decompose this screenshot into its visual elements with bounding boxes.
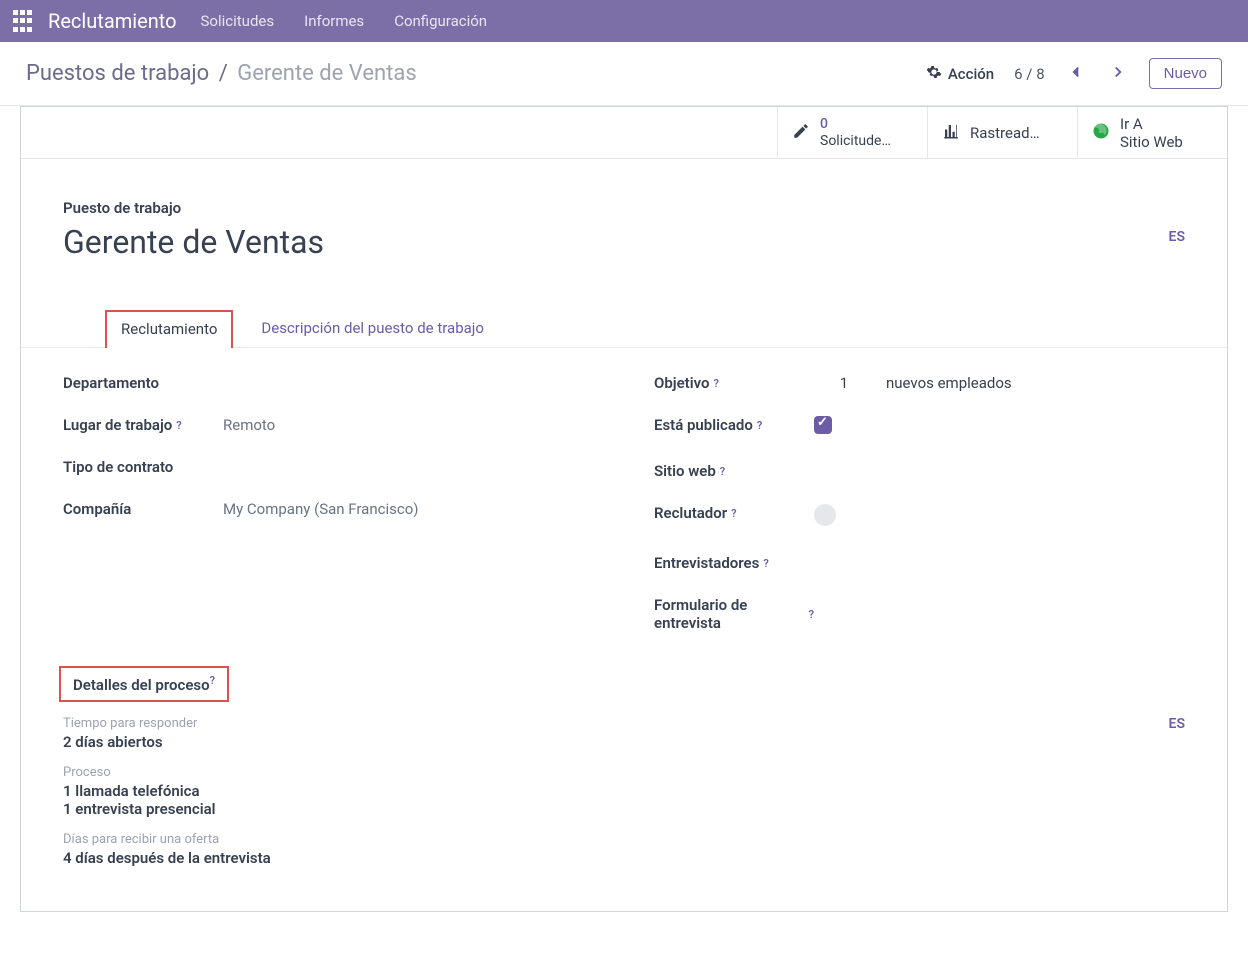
published-checkbox[interactable] xyxy=(814,416,832,434)
stat-website-line2: Sitio Web xyxy=(1120,133,1183,151)
stat-applications-count: 0 xyxy=(820,116,891,133)
language-badge-process[interactable]: ES xyxy=(1169,716,1185,881)
gear-icon xyxy=(926,64,942,84)
next-record-button[interactable] xyxy=(1107,63,1129,85)
offer-days-value[interactable]: 4 días después de la entrevista xyxy=(63,849,271,867)
breadcrumb-separator: / xyxy=(219,61,228,86)
help-icon[interactable]: ? xyxy=(757,419,762,432)
help-icon[interactable]: ? xyxy=(210,674,215,687)
stat-applications[interactable]: 0 Solicitude… xyxy=(777,107,927,158)
target-label: Objetivo? xyxy=(654,374,814,392)
stat-trackers[interactable]: Rastread… xyxy=(927,107,1077,158)
tab-bar: Reclutamiento Descripción del puesto de … xyxy=(21,309,1227,348)
process-label: Proceso xyxy=(63,765,271,780)
language-badge-title[interactable]: ES xyxy=(1169,229,1185,245)
respond-time-value[interactable]: 2 días abiertos xyxy=(63,733,271,751)
interviewers-label: Entrevistadores? xyxy=(654,554,814,572)
workplace-label: Lugar de trabajo? xyxy=(63,416,223,434)
nav-item-reports[interactable]: Informes xyxy=(304,12,364,30)
help-icon[interactable]: ? xyxy=(809,608,814,621)
interview-form-label: Formulario de entrevista? xyxy=(654,596,814,632)
recruiter-avatar[interactable] xyxy=(814,504,836,526)
breadcrumb-parent[interactable]: Puestos de trabajo xyxy=(26,61,209,86)
help-icon[interactable]: ? xyxy=(720,465,725,478)
job-position-label: Puesto de trabajo xyxy=(63,199,324,217)
published-label: Está publicado? xyxy=(654,416,814,434)
prev-record-button[interactable] xyxy=(1065,63,1087,85)
respond-time-label: Tiempo para responder xyxy=(63,716,271,731)
workplace-input[interactable]: Remoto xyxy=(223,416,594,434)
nav-item-configuration[interactable]: Configuración xyxy=(394,12,487,30)
breadcrumb: Puestos de trabajo / Gerente de Ventas xyxy=(26,61,417,86)
offer-days-label: Días para recibir una oferta xyxy=(63,832,271,847)
process-details-header: Detalles del proceso? xyxy=(59,666,229,702)
help-icon[interactable]: ? xyxy=(176,419,181,432)
nav-item-applications[interactable]: Solicitudes xyxy=(201,12,275,30)
process-line-1[interactable]: 1 llamada telefónica xyxy=(63,782,271,800)
company-label: Compañía xyxy=(63,500,223,518)
help-icon[interactable]: ? xyxy=(763,557,768,570)
chevron-left-icon xyxy=(1067,63,1085,81)
chevron-right-icon xyxy=(1109,63,1127,81)
apps-icon[interactable] xyxy=(10,9,34,33)
website-field-label: Sitio web? xyxy=(654,462,814,480)
recruiter-label: Reclutador? xyxy=(654,504,814,522)
new-button[interactable]: Nuevo xyxy=(1149,58,1222,89)
stat-buttons-row: 0 Solicitude… Rastread… Ir A Sitio Web xyxy=(21,107,1227,159)
tab-recruitment[interactable]: Reclutamiento xyxy=(105,310,233,348)
pager-text[interactable]: 6 / 8 xyxy=(1014,65,1045,83)
stat-website[interactable]: Ir A Sitio Web xyxy=(1077,107,1227,158)
globe-icon xyxy=(1092,122,1110,144)
department-label: Departamento xyxy=(63,374,223,392)
pencil-icon xyxy=(792,122,810,144)
bar-chart-icon xyxy=(942,122,960,144)
contract-type-label: Tipo de contrato xyxy=(63,458,223,476)
target-suffix: nuevos empleados xyxy=(886,374,1012,392)
process-line-2[interactable]: 1 entrevista presencial xyxy=(63,800,271,818)
stat-applications-label: Solicitude… xyxy=(820,133,891,150)
company-input[interactable]: My Company (San Francisco) xyxy=(223,500,594,518)
target-input[interactable]: 1 xyxy=(814,374,874,392)
action-label: Acción xyxy=(948,65,994,83)
top-navbar: Reclutamiento Solicitudes Informes Confi… xyxy=(0,0,1248,42)
stat-trackers-label: Rastread… xyxy=(970,124,1040,142)
action-dropdown[interactable]: Acción xyxy=(926,64,994,84)
tab-description[interactable]: Descripción del puesto de trabajo xyxy=(261,309,484,347)
breadcrumb-bar: Puestos de trabajo / Gerente de Ventas A… xyxy=(0,42,1248,106)
help-icon[interactable]: ? xyxy=(731,507,736,520)
app-brand[interactable]: Reclutamiento xyxy=(48,9,177,33)
help-icon[interactable]: ? xyxy=(714,377,719,390)
stat-website-line1: Ir A xyxy=(1120,115,1183,133)
breadcrumb-current: Gerente de Ventas xyxy=(237,61,416,86)
job-title-input[interactable]: Gerente de Ventas xyxy=(63,223,324,261)
form-sheet: 0 Solicitude… Rastread… Ir A Sitio Web P… xyxy=(20,106,1228,912)
